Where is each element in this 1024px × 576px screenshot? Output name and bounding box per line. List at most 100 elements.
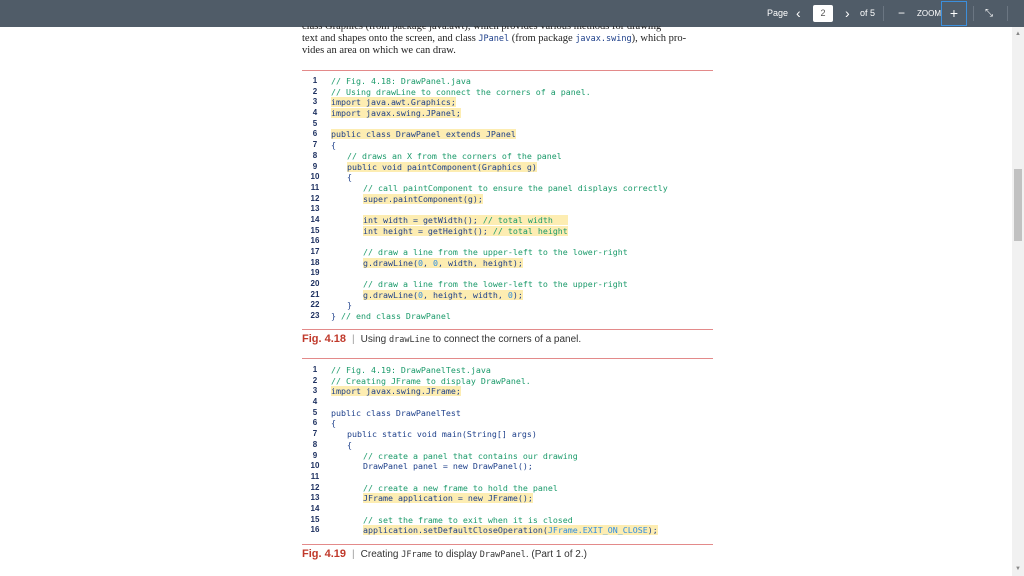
code-text: // Creating JFrame to display DrawPanel. bbox=[331, 376, 531, 387]
line-number: 5 bbox=[310, 119, 320, 130]
line-number: 14 bbox=[310, 215, 320, 226]
code-comment: // draw a line from the upper-left to th… bbox=[363, 247, 628, 257]
code-line: 1 // Fig. 4.18: DrawPanel.java bbox=[302, 76, 713, 87]
page-total: of 5 bbox=[860, 0, 875, 27]
zoom-in-button[interactable]: + bbox=[941, 1, 967, 26]
line-number: 5 bbox=[310, 408, 320, 419]
code-text: int height = getHeight(); // total heigh… bbox=[363, 226, 568, 237]
scroll-down-icon[interactable]: ▼ bbox=[1015, 566, 1021, 572]
line-number: 3 bbox=[310, 97, 320, 108]
code-text: super.paintComponent(g); bbox=[363, 194, 483, 205]
code-text: int width = getWidth(); // total width bbox=[363, 215, 568, 226]
code-token: public static void main(String[] args) bbox=[347, 429, 537, 439]
next-page-button[interactable]: › bbox=[845, 0, 850, 27]
code-line: 20 // draw a line from the lower-left to … bbox=[302, 279, 713, 290]
line-number: 6 bbox=[310, 129, 320, 140]
code-token: import javax.swing.JFrame; bbox=[331, 386, 461, 396]
scroll-up-icon[interactable]: ▲ bbox=[1015, 31, 1021, 37]
code-token: { bbox=[347, 172, 352, 182]
code-text: import javax.swing.JFrame; bbox=[331, 386, 461, 397]
code-comment: // Using drawLine to connect the corners… bbox=[331, 87, 591, 97]
fit-page-icon[interactable]: ⤡ bbox=[985, 0, 993, 27]
code-text: // create a new frame to hold the panel bbox=[363, 483, 558, 494]
figure-caption: Fig. 4.19|Creating JFrame to display Dra… bbox=[302, 548, 587, 560]
code-line: 3 import java.awt.Graphics; bbox=[302, 97, 713, 108]
code-text: g.drawLine(0, height, width, 0); bbox=[363, 290, 523, 301]
code-line: 5 bbox=[302, 119, 713, 130]
code-token: DrawPanel panel = new DrawPanel(); bbox=[363, 461, 533, 471]
divider bbox=[973, 6, 974, 21]
code-line: 10{ bbox=[302, 172, 713, 183]
code-token: , height, width, bbox=[423, 290, 508, 300]
code-token: import java.awt.Graphics; bbox=[331, 97, 456, 107]
code-token: , bbox=[423, 258, 433, 268]
code-text: g.drawLine(0, 0, width, height); bbox=[363, 258, 523, 269]
line-number: 17 bbox=[310, 247, 320, 258]
line-number: 11 bbox=[310, 183, 320, 194]
code-text: // Fig. 4.19: DrawPanelTest.java bbox=[331, 365, 491, 376]
code-line: 14 int width = getWidth(); // total width bbox=[302, 215, 713, 226]
code-line: 9// create a panel that contains our dra… bbox=[302, 451, 713, 462]
code-text: // draws an X from the corners of the pa… bbox=[347, 151, 562, 162]
code-listing-4-18: 1 // Fig. 4.18: DrawPanel.java2// Using d… bbox=[302, 76, 713, 322]
code-line: 23} // end class DrawPanel bbox=[302, 311, 713, 322]
paragraph-line: vides an area on which we can draw. bbox=[302, 45, 714, 57]
divider bbox=[1007, 6, 1008, 21]
line-number: 8 bbox=[310, 440, 320, 451]
zoom-out-button[interactable]: − bbox=[898, 0, 905, 27]
line-number: 11 bbox=[310, 472, 320, 483]
code-token: { bbox=[331, 418, 336, 428]
code-line: 19 bbox=[302, 268, 713, 279]
line-number: 19 bbox=[310, 268, 320, 279]
prev-page-button[interactable]: ‹ bbox=[796, 0, 801, 27]
code-line: 15// set the frame to exit when it is cl… bbox=[302, 515, 713, 526]
code-comment: // total width bbox=[483, 215, 568, 225]
code-comment: // call paintComponent to ensure the pan… bbox=[363, 183, 668, 193]
code-text: { bbox=[347, 440, 352, 451]
code-line: 4 bbox=[302, 397, 713, 408]
line-number: 13 bbox=[310, 493, 320, 504]
code-token: public void paintComponent(Graphics g) bbox=[347, 162, 537, 172]
line-number: 14 bbox=[310, 504, 320, 515]
line-number: 20 bbox=[310, 279, 320, 290]
code-line: 12super.paintComponent(g); bbox=[302, 194, 713, 205]
code-token: int width = getWidth(); bbox=[363, 215, 483, 225]
code-comment: // Fig. 4.18: DrawPanel.java bbox=[331, 76, 471, 86]
code-line: 1// Fig. 4.19: DrawPanelTest.java bbox=[302, 365, 713, 376]
caption-rule bbox=[302, 544, 713, 545]
code-text: // set the frame to exit when it is clos… bbox=[363, 515, 573, 526]
line-number: 13 bbox=[310, 204, 320, 215]
code-text: import javax.swing.JPanel; bbox=[331, 108, 461, 119]
code-line: 10DrawPanel panel = new DrawPanel(); bbox=[302, 461, 713, 472]
code-line: 14 bbox=[302, 504, 713, 515]
page-number-input[interactable]: 2 bbox=[813, 5, 833, 22]
code-token: int height = getHeight(); bbox=[363, 226, 493, 236]
code-token: public class DrawPanelTest bbox=[331, 408, 461, 418]
code-line: 13 bbox=[302, 204, 713, 215]
code-line: 2// Using drawLine to connect the corner… bbox=[302, 87, 713, 98]
code-token: } bbox=[347, 300, 352, 310]
document-page: class Graphics (from package java.awt), … bbox=[0, 27, 1012, 576]
code-token: JFrame.EXIT_ON_CLOSE bbox=[548, 525, 648, 535]
code-token: , width, height); bbox=[438, 258, 523, 268]
code-text: { bbox=[331, 418, 336, 429]
code-text: } // end class DrawPanel bbox=[331, 311, 451, 322]
line-number: 16 bbox=[310, 525, 320, 536]
code-comment: // set the frame to exit when it is clos… bbox=[363, 515, 573, 525]
vertical-scrollbar[interactable]: ▲ ▼ bbox=[1012, 27, 1024, 576]
line-number: 4 bbox=[310, 397, 320, 408]
code-line: 12// create a new frame to hold the pane… bbox=[302, 483, 713, 494]
code-line: 3import javax.swing.JFrame; bbox=[302, 386, 713, 397]
zoom-label: ZOOM bbox=[917, 0, 941, 27]
code-token: ); bbox=[648, 525, 658, 535]
code-line: 7 public static void main(String[] args) bbox=[302, 429, 713, 440]
line-number: 21 bbox=[310, 290, 320, 301]
code-text: // draw a line from the upper-left to th… bbox=[363, 247, 628, 258]
code-text: // draw a line from the lower-left to th… bbox=[363, 279, 628, 290]
line-number: 18 bbox=[310, 258, 320, 269]
line-number: 15 bbox=[310, 226, 320, 237]
code-line: 8// draws an X from the corners of the p… bbox=[302, 151, 713, 162]
line-number: 7 bbox=[310, 429, 320, 440]
scrollbar-thumb[interactable] bbox=[1014, 169, 1022, 241]
line-number: 1 bbox=[310, 76, 320, 87]
